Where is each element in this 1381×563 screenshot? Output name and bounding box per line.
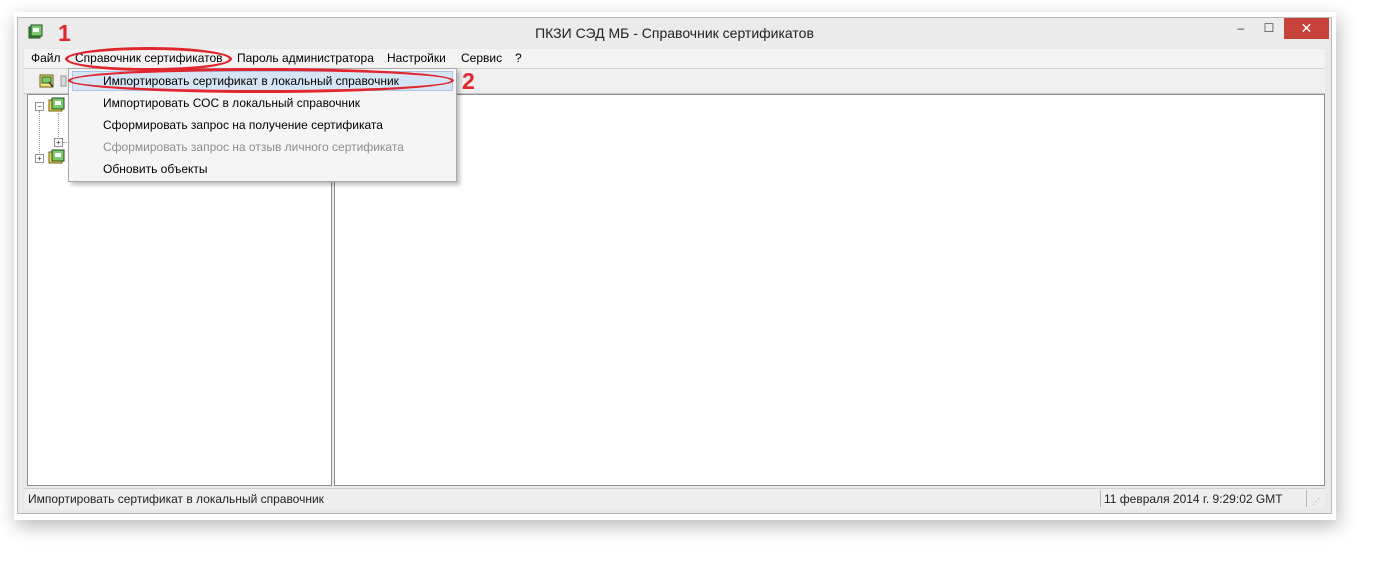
title-bar: ПКЗИ СЭД МБ - Справочник сертификатов – … [18, 18, 1331, 48]
toolbar-separator-icon [60, 75, 67, 87]
status-datetime: 11 февраля 2014 г. 9:29:02 GMT [1104, 492, 1283, 506]
menu-help[interactable]: ? [515, 51, 522, 65]
tree-collapse-toggle[interactable]: − [35, 102, 44, 111]
tree-folder-icon [48, 97, 65, 112]
window-title: ПКЗИ СЭД МБ - Справочник сертификатов [535, 25, 814, 41]
menu-request-revocation: Сформировать запрос на отзыв личного сер… [103, 140, 404, 154]
menu-settings[interactable]: Настройки [387, 51, 446, 65]
annotation-step-2: 2 [462, 68, 475, 94]
tree-folder-icon [48, 149, 65, 164]
status-bar: Импортировать сертификат в локальный спр… [24, 488, 1325, 509]
menu-service[interactable]: Сервис [461, 51, 502, 65]
tree-expand-toggle[interactable]: + [54, 138, 63, 147]
menu-import-crl[interactable]: Импортировать СОС в локальный справочник [103, 96, 360, 110]
menu-file[interactable]: Файл [31, 51, 61, 65]
annotation-highlight-menu [65, 47, 232, 71]
status-message: Импортировать сертификат в локальный спр… [28, 492, 324, 506]
tree-expand-toggle[interactable]: + [35, 154, 44, 163]
close-button[interactable]: ✕ [1284, 18, 1329, 39]
resize-grip-icon[interactable]: ⋰ [1312, 497, 1322, 507]
menu-admin-password[interactable]: Пароль администратора [237, 51, 374, 65]
annotation-highlight-item [68, 68, 454, 93]
menu-refresh-objects[interactable]: Обновить объекты [103, 162, 208, 176]
menu-request-certificate[interactable]: Сформировать запрос на получение сертифи… [103, 118, 383, 132]
details-pane[interactable] [334, 94, 1325, 486]
status-divider [1306, 490, 1307, 507]
annotation-step-1: 1 [58, 20, 71, 46]
minimize-button[interactable]: – [1228, 18, 1254, 39]
tree-connector [58, 113, 59, 141]
tree-connector [39, 111, 40, 157]
status-divider [1100, 490, 1101, 507]
toolbar-certificate-icon[interactable] [39, 73, 55, 89]
maximize-button[interactable]: ☐ [1256, 18, 1282, 39]
